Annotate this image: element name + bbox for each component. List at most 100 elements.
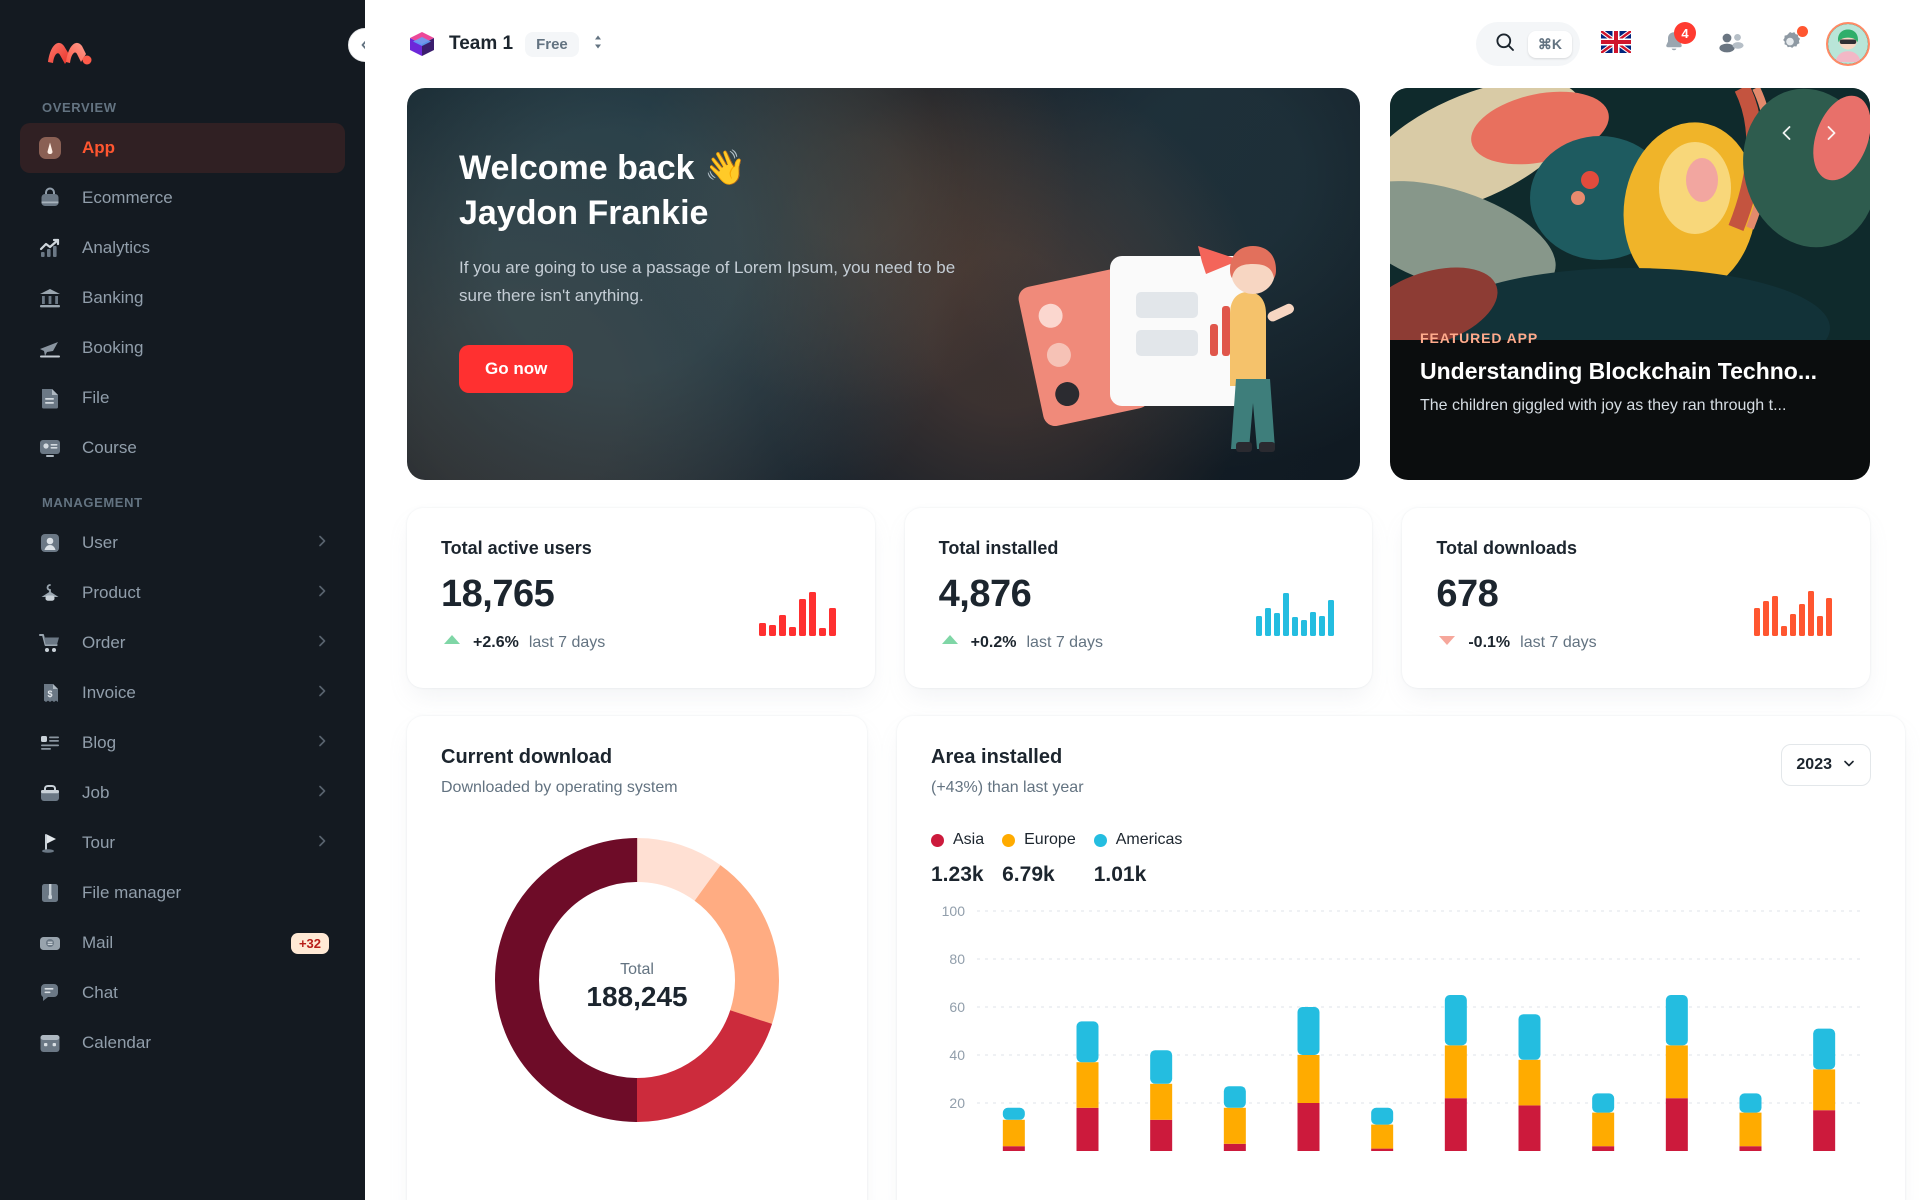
stat-title: Total active users xyxy=(441,538,592,558)
briefcase-job-icon xyxy=(36,779,64,807)
legend-total-value: 6.79k xyxy=(1002,863,1055,886)
chevron-right-icon xyxy=(315,583,329,603)
current-download-panel: Current download Downloaded by operating… xyxy=(407,716,867,1200)
contacts-button[interactable] xyxy=(1710,22,1754,66)
stat-card-total-downloads: Total downloads 678 -0.1% last 7 days xyxy=(1402,508,1871,688)
svg-text:$: $ xyxy=(47,689,52,699)
svg-text:40: 40 xyxy=(949,1047,965,1063)
sidebar-item-order[interactable]: Order xyxy=(20,618,345,668)
legend-series-asia: Asia 1.23k xyxy=(931,831,984,887)
sidebar-item-invoice[interactable]: $ Invoice xyxy=(20,668,345,718)
sidebar-item-file-manager[interactable]: File manager xyxy=(20,868,345,918)
mail-icon xyxy=(36,929,64,957)
featured-app-card[interactable]: FEATURED APP Understanding Blockchain Te… xyxy=(1390,88,1870,480)
search-icon xyxy=(1494,31,1516,58)
stats-row: Total active users 18,765 +2.6% last 7 d… xyxy=(407,508,1871,688)
chevron-left-icon xyxy=(361,40,365,50)
panel-title: Area installed xyxy=(931,746,1063,768)
stat-trend-value: +2.6% xyxy=(473,633,519,651)
chevron-right-icon xyxy=(315,783,329,803)
donut-chart: Total 188,245 xyxy=(441,825,833,1135)
blog-post-icon xyxy=(36,729,64,757)
sidebar-item-user[interactable]: User xyxy=(20,518,345,568)
panel-subtitle: (+43%) than last year xyxy=(931,779,1084,796)
chart-legend: Asia 1.23k Europe 6.79k Americas 1.01k xyxy=(931,831,1871,887)
sidebar-item-label: Order xyxy=(82,633,126,652)
sidebar-item-mail[interactable]: Mail +32 xyxy=(20,918,345,968)
chevron-right-icon xyxy=(315,633,329,653)
sidebar-item-label: App xyxy=(82,138,116,157)
sidebar-item-course[interactable]: Course xyxy=(20,423,345,473)
settings-button[interactable] xyxy=(1768,22,1812,66)
settings-alert-dot xyxy=(1797,26,1808,37)
sidebar-item-job[interactable]: Job xyxy=(20,768,345,818)
svg-text:100: 100 xyxy=(942,905,966,919)
minimal-m-logo-icon[interactable] xyxy=(44,28,94,78)
sidebar-item-label: Analytics xyxy=(82,238,151,257)
sidebar-item-label: Calendar xyxy=(82,1033,151,1052)
year-select-value: 2023 xyxy=(1796,756,1832,773)
legend-total-value: 1.01k xyxy=(1093,863,1147,886)
svg-text:20: 20 xyxy=(949,1095,965,1111)
chevron-right-icon xyxy=(315,733,329,753)
plane-booking-icon xyxy=(36,334,64,362)
trend-down-icon xyxy=(1436,632,1458,653)
stat-card-total-installed: Total installed 4,876 +0.2% last 7 days xyxy=(904,508,1373,688)
go-now-button[interactable]: Go now xyxy=(459,344,574,393)
avatar[interactable] xyxy=(1826,22,1870,66)
sidebar: OVERVIEW App Ecommerce Analytics Banking xyxy=(0,0,365,1200)
stat-trend-value: -0.1% xyxy=(1468,633,1511,651)
trend-up-icon xyxy=(441,632,463,653)
sidebar-item-file[interactable]: File xyxy=(20,373,345,423)
mail-unread-badge: +32 xyxy=(290,932,329,954)
sidebar-item-label: Blog xyxy=(82,733,117,752)
sidebar-item-label: Job xyxy=(82,783,110,802)
app-gauge-icon xyxy=(36,134,64,162)
sidebar-item-booking[interactable]: Booking xyxy=(20,323,345,373)
course-icon xyxy=(36,434,64,462)
sidebar-item-chat[interactable]: Chat xyxy=(20,968,345,1018)
sidebar-collapse-button[interactable] xyxy=(348,28,365,62)
chevron-right-icon xyxy=(315,683,329,703)
sidebar-item-label: Banking xyxy=(82,288,144,307)
sidebar-item-product[interactable]: Product xyxy=(20,568,345,618)
carousel-prev-button[interactable] xyxy=(1770,116,1804,150)
chat-bubble-icon xyxy=(36,979,64,1007)
featured-title[interactable]: Understanding Blockchain Techno... xyxy=(1420,358,1840,385)
carousel-next-button[interactable] xyxy=(1814,116,1848,150)
stat-title: Total downloads xyxy=(1436,538,1578,558)
sidebar-item-calendar[interactable]: Calendar xyxy=(20,1018,345,1068)
svg-text:60: 60 xyxy=(949,999,965,1015)
sidebar-item-analytics[interactable]: Analytics xyxy=(20,223,345,273)
legend-label: Americas xyxy=(1115,831,1183,848)
search-button[interactable]: ⌘K xyxy=(1475,22,1580,66)
uk-flag-icon xyxy=(1599,28,1633,58)
language-switcher-button[interactable] xyxy=(1594,22,1638,66)
shopping-cart-icon xyxy=(36,629,64,657)
sidebar-item-ecommerce[interactable]: Ecommerce xyxy=(20,173,345,223)
sidebar-item-blog[interactable]: Blog xyxy=(20,718,345,768)
sidebar-item-app[interactable]: App xyxy=(20,123,345,173)
featured-description: The children giggled with joy as they ra… xyxy=(1420,397,1787,414)
topbar: Team 1 Free ⌘K 4 xyxy=(365,0,1920,88)
stat-value: 4,876 xyxy=(938,573,1032,615)
team-name-label: Team 1 xyxy=(449,33,514,54)
sidebar-item-label: Tour xyxy=(82,833,116,852)
flag-tour-icon xyxy=(36,829,64,857)
workspace-switcher[interactable]: Team 1 Free xyxy=(407,29,605,59)
chevron-down-icon xyxy=(1842,756,1856,775)
file-manager-icon xyxy=(36,879,64,907)
notifications-button[interactable]: 4 xyxy=(1652,22,1696,66)
sidebar-item-tour[interactable]: Tour xyxy=(20,818,345,868)
plan-badge: Free xyxy=(525,31,579,57)
svg-text:80: 80 xyxy=(949,951,965,967)
stat-title: Total installed xyxy=(938,538,1059,558)
year-select[interactable]: 2023 xyxy=(1781,744,1871,786)
sidebar-item-label: File xyxy=(82,388,110,407)
sidebar-item-label: Invoice xyxy=(82,683,136,702)
donut-center-label: Total xyxy=(620,961,654,978)
stat-card-total-active-users: Total active users 18,765 +2.6% last 7 d… xyxy=(407,508,875,688)
sidebar-item-banking[interactable]: Banking xyxy=(20,273,345,323)
sidebar-item-label: User xyxy=(82,533,118,552)
sidebar-item-label: Product xyxy=(82,583,141,602)
